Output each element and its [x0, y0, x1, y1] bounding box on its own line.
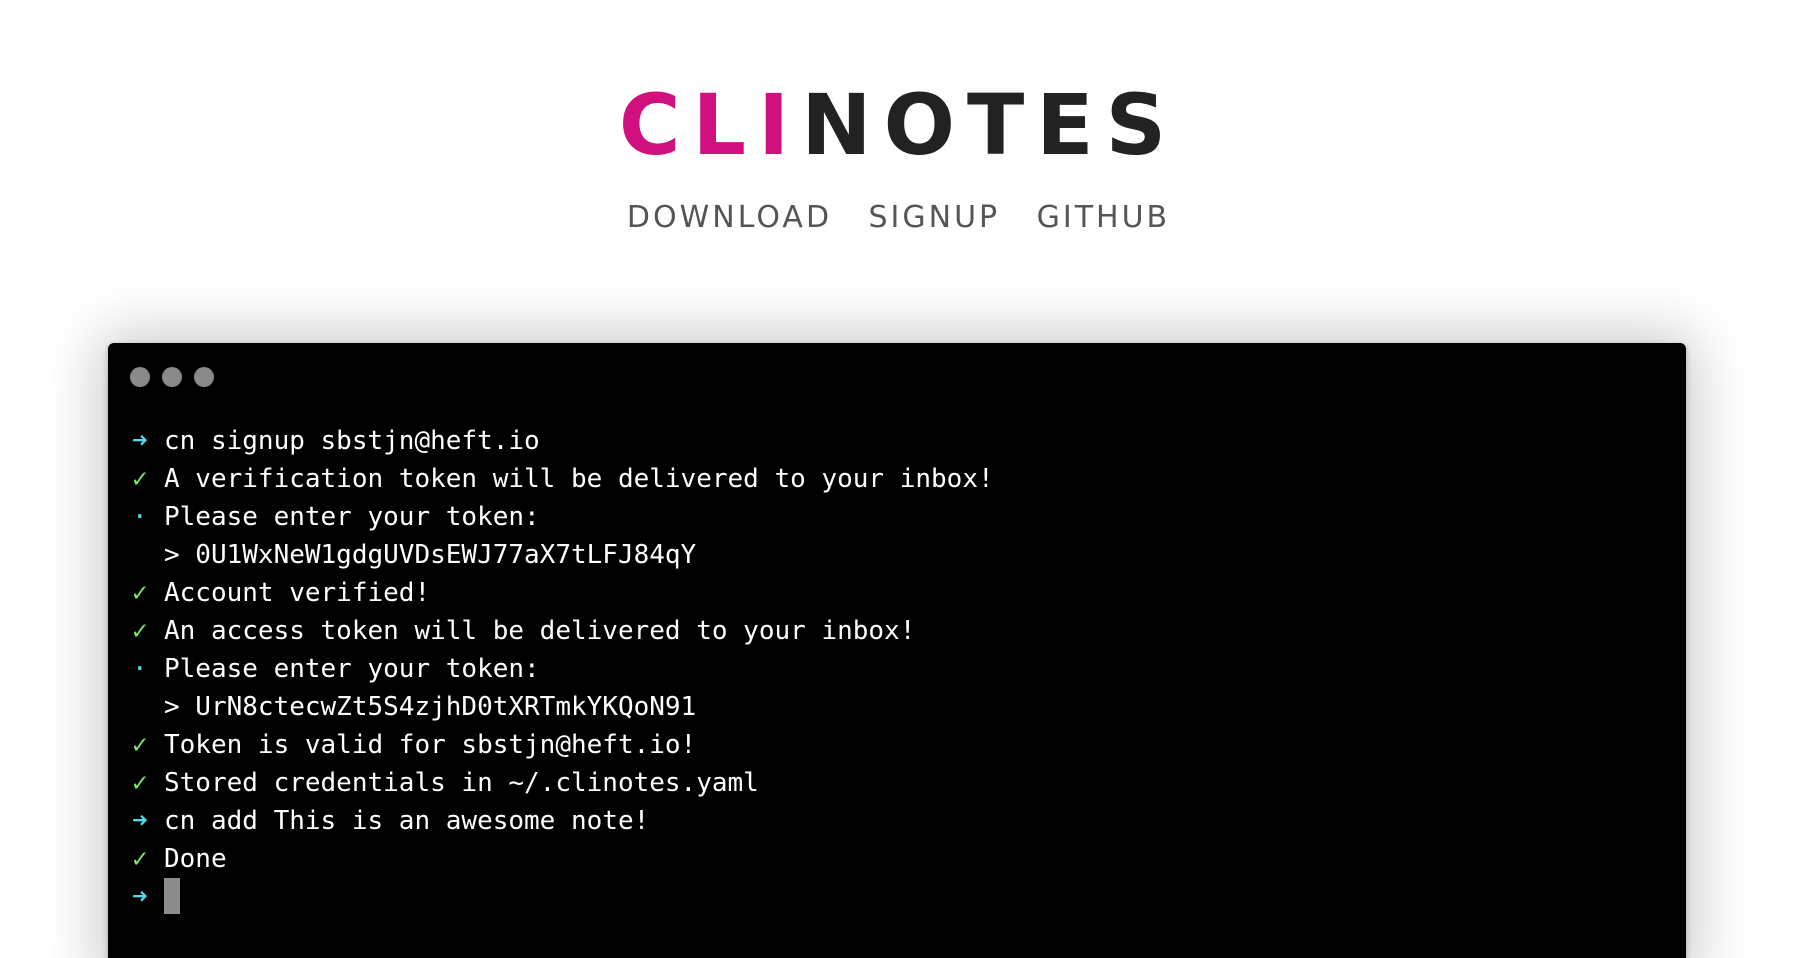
terminal-line-text: Stored credentials in ~/.clinotes.yaml	[164, 768, 759, 798]
terminal-line: ✓ Stored credentials in ~/.clinotes.yaml	[132, 764, 1666, 802]
terminal-output: ➜ cn signup sbstjn@heft.io ✓ A verification…	[132, 422, 1666, 916]
site-logo: CLINOTES	[0, 70, 1797, 180]
logo-cli: CLI	[618, 76, 802, 174]
bullet-dot-icon: ·	[132, 502, 148, 532]
terminal-line: ✓ Account verified!	[132, 574, 1666, 612]
maximize-dot-icon	[194, 367, 214, 387]
terminal-line: > 0U1WxNeW1gdgUVDsEWJ77aX7tLFJ84qY	[132, 536, 1666, 574]
terminal-line: ✓ Done	[132, 840, 1666, 878]
terminal-line-text: cn add This is an awesome note!	[164, 806, 650, 836]
terminal-line-text: Please enter your token:	[164, 502, 540, 532]
terminal-line: · Please enter your token:	[132, 650, 1666, 688]
terminal-line: ➜ cn add This is an awesome note!	[132, 802, 1666, 840]
prompt-arrow-icon: ➜	[132, 806, 148, 836]
bullet-dot-icon: ·	[132, 654, 148, 684]
prompt-arrow-icon: ➜	[132, 882, 148, 912]
terminal-line: · Please enter your token:	[132, 498, 1666, 536]
checkmark-icon: ✓	[132, 730, 148, 760]
terminal-line-text: > 0U1WxNeW1gdgUVDsEWJ77aX7tLFJ84qY	[164, 540, 697, 570]
terminal-line-text: > UrN8ctecwZt5S4zjhD0tXRTmkYKQoN91	[164, 692, 697, 722]
terminal-line-text: cn signup sbstjn@heft.io	[164, 426, 540, 456]
terminal-line-text: A verification token will be delivered t…	[164, 464, 994, 494]
checkmark-icon: ✓	[132, 768, 148, 798]
minimize-dot-icon	[162, 367, 182, 387]
checkmark-icon: ✓	[132, 464, 148, 494]
terminal-line: ✓ An access token will be delivered to yo…	[132, 612, 1666, 650]
close-dot-icon	[130, 367, 150, 387]
nav-signup-link[interactable]: SIGNUP	[869, 196, 1001, 240]
terminal-line: > UrN8ctecwZt5S4zjhD0tXRTmkYKQoN91	[132, 688, 1666, 726]
terminal-line-text: An access token will be delivered to you…	[164, 616, 916, 646]
nav-github-link[interactable]: GITHUB	[1037, 196, 1171, 240]
checkmark-icon: ✓	[132, 844, 148, 874]
prompt-arrow-icon: ➜	[132, 426, 148, 456]
terminal-line: ✓ Token is valid for sbstjn@heft.io!	[132, 726, 1666, 764]
checkmark-icon: ✓	[132, 616, 148, 646]
logo-notes: NOTES	[801, 76, 1179, 174]
terminal-line-text: Please enter your token:	[164, 654, 540, 684]
terminal-cursor[interactable]	[164, 877, 180, 914]
terminal-line-text: Account verified!	[164, 578, 431, 608]
window-controls	[130, 367, 226, 392]
checkmark-icon: ✓	[132, 578, 148, 608]
terminal-line-text: Token is valid for sbstjn@heft.io!	[164, 730, 697, 760]
terminal-window: ➜ cn signup sbstjn@heft.io ✓ A verification…	[108, 343, 1686, 958]
main-nav: DOWNLOAD SIGNUP GITHUB	[0, 196, 1797, 240]
nav-download-link[interactable]: DOWNLOAD	[627, 196, 832, 240]
terminal-line: ➜ cn signup sbstjn@heft.io	[132, 422, 1666, 460]
terminal-line: ✓ A verification token will be delivered …	[132, 460, 1666, 498]
terminal-line-text: Done	[164, 844, 227, 874]
terminal-line: ➜	[132, 877, 1666, 916]
